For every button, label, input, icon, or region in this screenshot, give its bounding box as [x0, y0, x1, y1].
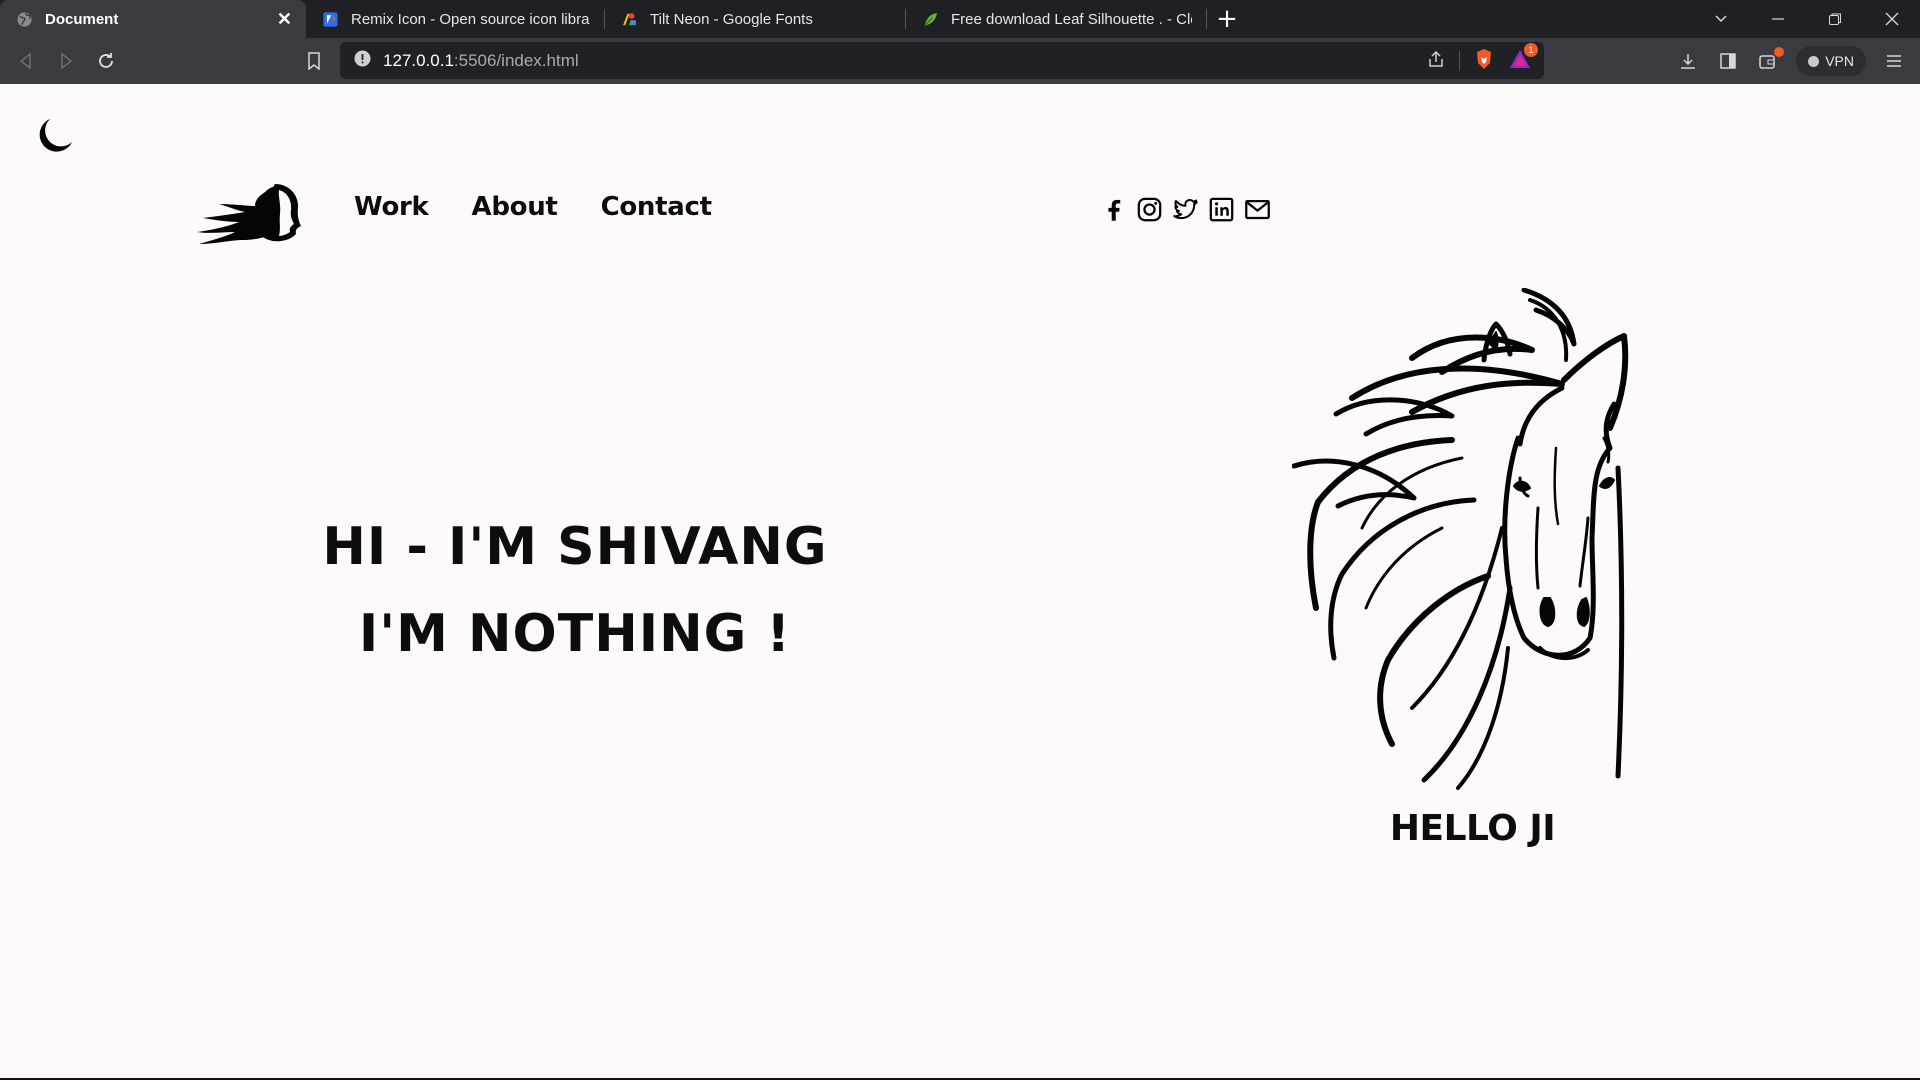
main-nav: Work About Contact — [354, 192, 712, 222]
tab-title: Document — [45, 10, 119, 28]
back-icon[interactable] — [6, 41, 46, 81]
moon-icon[interactable] — [34, 114, 76, 156]
google-fonts-favicon — [621, 11, 638, 28]
nav-link-contact[interactable]: Contact — [601, 192, 712, 222]
share-icon[interactable] — [1427, 50, 1445, 72]
twitter-icon[interactable] — [1172, 196, 1199, 223]
horse-head-illustration — [1291, 287, 1652, 818]
divider — [1459, 50, 1460, 71]
toolbar-right: VPN — [1668, 38, 1920, 84]
vpn-label: VPN — [1825, 53, 1854, 69]
wallet-icon[interactable] — [1748, 41, 1788, 81]
forward-icon[interactable] — [46, 41, 86, 81]
brave-rewards-icon[interactable]: 1 — [1508, 42, 1538, 74]
browser-tab-strip: Document ✕ Remix Icon - Open source icon… — [0, 0, 1920, 38]
remixicon-favicon — [322, 11, 339, 28]
instagram-icon[interactable] — [1136, 196, 1163, 223]
address-bar-actions: 1 — [1427, 42, 1538, 79]
tab-title: Free download Leaf Silhouette . - Clea — [951, 10, 1192, 28]
close-tab-icon[interactable]: ✕ — [277, 9, 292, 30]
wallet-badge — [1774, 47, 1785, 57]
nav-link-work[interactable]: Work — [354, 192, 429, 222]
hero-heading: HI - I'M SHIVANG I'M NOTHING ! — [250, 504, 900, 678]
tab-google-fonts[interactable]: Tilt Neon - Google Fonts — [605, 0, 905, 38]
vpn-status-icon — [1808, 55, 1820, 67]
leaf-favicon — [922, 11, 939, 28]
tab-remix-icon[interactable]: Remix Icon - Open source icon library — [306, 0, 604, 38]
site-info-icon[interactable] — [354, 50, 371, 71]
url-path: :5506/index.html — [453, 50, 579, 70]
url-host: 127.0.0.1 — [383, 50, 454, 70]
browser-toolbar: 127.0.0.1:5506/index.html 1 VPN — [0, 38, 1920, 84]
download-icon[interactable] — [1668, 41, 1708, 81]
woman-silhouette-logo[interactable] — [195, 182, 305, 246]
notification-badge: 1 — [1524, 42, 1538, 57]
social-links — [1100, 196, 1271, 223]
minimize-icon[interactable] — [1749, 0, 1806, 38]
facebook-icon[interactable] — [1100, 196, 1127, 223]
tab-title: Remix Icon - Open source icon library — [351, 10, 590, 28]
reload-icon[interactable] — [86, 41, 126, 81]
tab-title: Tilt Neon - Google Fonts — [650, 10, 813, 28]
brave-shields-icon[interactable] — [1474, 48, 1494, 74]
window-controls — [1692, 0, 1920, 38]
tab-list-chevron-icon[interactable] — [1692, 0, 1749, 38]
menu-icon[interactable] — [1874, 41, 1914, 81]
sidebar-icon[interactable] — [1708, 41, 1748, 81]
linkedin-icon[interactable] — [1208, 196, 1235, 223]
globe-icon — [16, 11, 33, 28]
tab-leaf-silhouette[interactable]: Free download Leaf Silhouette . - Clea — [906, 0, 1206, 38]
close-window-icon[interactable] — [1863, 0, 1920, 38]
mail-icon[interactable] — [1244, 196, 1271, 223]
address-bar[interactable]: 127.0.0.1:5506/index.html 1 — [340, 42, 1544, 79]
hero-line-2: I'M NOTHING ! — [358, 604, 792, 664]
vpn-button[interactable]: VPN — [1796, 46, 1866, 76]
hero-line-1: HI - I'M SHIVANG — [322, 517, 828, 577]
restore-icon[interactable] — [1806, 0, 1863, 38]
page-viewport: Work About Contact HI - I'M SHIVANG I'M … — [0, 84, 1920, 1078]
bookmark-icon[interactable] — [294, 41, 334, 81]
new-tab-button[interactable]: + — [1207, 0, 1247, 38]
nav-link-about[interactable]: About — [472, 192, 558, 222]
horse-caption: HELLO JI — [1389, 808, 1556, 849]
tab-document[interactable]: Document ✕ — [0, 0, 306, 38]
